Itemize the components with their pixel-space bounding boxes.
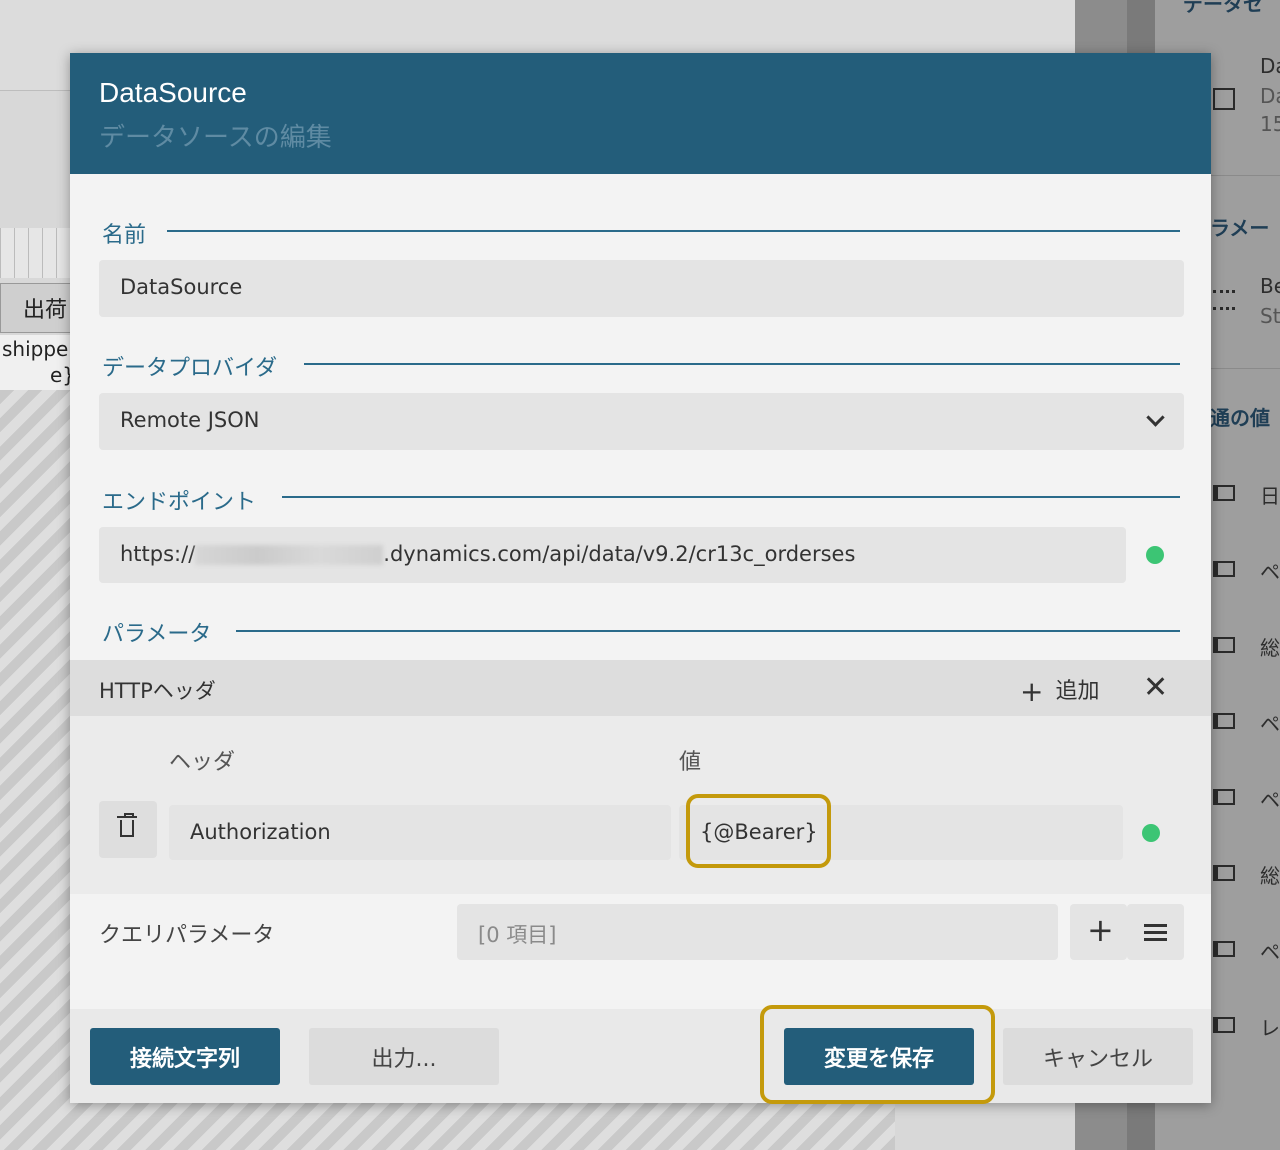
- value-column-label: 値: [679, 750, 702, 775]
- common-value-icon: [1213, 561, 1235, 577]
- http-headers-label: HTTPヘッダ: [99, 679, 216, 703]
- common-value-icon: [1213, 1017, 1235, 1033]
- parameters-label: パラメータ: [102, 622, 212, 647]
- provider-label: データプロバイダ: [102, 356, 278, 381]
- connection-string-button[interactable]: 接続文字列: [90, 1028, 280, 1085]
- plus-icon: +: [1020, 675, 1044, 708]
- name-input-value: DataSource: [120, 275, 243, 299]
- export-button[interactable]: 出力...: [309, 1028, 499, 1085]
- query-params-value: [0 項目]: [478, 923, 557, 947]
- common-value-icon: [1213, 485, 1235, 501]
- common-value-item[interactable]: 日: [1260, 480, 1280, 509]
- name-input[interactable]: DataSource: [99, 260, 1184, 317]
- delete-header-button[interactable]: [99, 801, 157, 858]
- panel-section-parameters: ラメー: [1210, 216, 1270, 240]
- add-header-label: 追加: [1055, 679, 1100, 704]
- common-value-item[interactable]: レ: [1260, 1012, 1280, 1041]
- table-header-text: 出荷: [23, 298, 68, 323]
- endpoint-suffix: .dynamics.com/api/data/v9.2/cr13c_orders…: [383, 542, 856, 566]
- datasource-item-line1[interactable]: Da: [1260, 54, 1280, 78]
- query-params-label: クエリパラメータ: [99, 923, 275, 948]
- common-value-item[interactable]: ペ: [1260, 708, 1280, 737]
- edit-datasource-dialog: DataSource データソースの編集 名前 DataSource データプロ…: [70, 53, 1211, 1103]
- http-headers-table: ヘッダ 値 Authorization {@Bearer}: [70, 716, 1211, 894]
- provider-select-value: Remote JSON: [120, 408, 260, 432]
- dialog-title: DataSource: [99, 77, 247, 108]
- common-value-item[interactable]: ペ: [1260, 556, 1280, 585]
- header-name-value: Authorization: [190, 820, 331, 844]
- endpoint-input[interactable]: https:// .dynamics.com/api/data/v9.2/cr13…: [99, 527, 1126, 583]
- common-value-icon: [1213, 713, 1235, 729]
- add-header-button[interactable]: + 追加: [1020, 673, 1099, 708]
- endpoint-label: エンドポイント: [102, 490, 257, 515]
- common-value-item[interactable]: ペ: [1260, 936, 1280, 965]
- parameter-item-line2: St: [1260, 304, 1280, 328]
- common-value-item[interactable]: 総: [1260, 632, 1280, 661]
- table-header-cell: 出荷: [0, 283, 80, 333]
- common-value-icon: [1213, 941, 1235, 957]
- table-field-cell: shippe e}: [0, 335, 80, 391]
- http-headers-bar: HTTPヘッダ + 追加 ✕: [70, 660, 1211, 716]
- add-query-param-button[interactable]: +: [1070, 904, 1127, 960]
- header-column-label: ヘッダ: [169, 750, 236, 775]
- parameter-icon: [1213, 290, 1235, 310]
- endpoint-prefix: https://: [120, 542, 196, 566]
- panel-section-common-values: 通の値: [1210, 406, 1270, 430]
- endpoint-status-dot: [1146, 546, 1164, 564]
- name-label: 名前: [102, 223, 147, 248]
- endpoint-input-value: https:// .dynamics.com/api/data/v9.2/cr13…: [120, 542, 855, 566]
- dialog-subtitle: データソースの編集: [99, 123, 332, 153]
- field-text-line1: shippe: [2, 337, 69, 361]
- highlight-bearer-value: [686, 794, 831, 868]
- common-value-item[interactable]: ペ: [1260, 784, 1280, 813]
- common-value-icon: [1213, 789, 1235, 805]
- parameters-divider: [236, 630, 1180, 632]
- close-icon[interactable]: ✕: [1143, 670, 1168, 705]
- parameter-item-line1[interactable]: Be: [1260, 274, 1280, 298]
- dialog-footer: 接続文字列 出力... 変更を保存 キャンセル: [70, 1009, 1211, 1103]
- common-value-icon: [1213, 637, 1235, 653]
- endpoint-divider: [282, 496, 1180, 498]
- panel-section-datasource: データセ: [1183, 0, 1263, 16]
- datasource-icon: [1213, 88, 1235, 110]
- datasource-item-line2: Da: [1260, 84, 1280, 108]
- provider-divider: [304, 363, 1180, 365]
- header-name-input[interactable]: Authorization: [169, 805, 671, 860]
- redacted-host: [195, 545, 384, 565]
- menu-icon: [1144, 924, 1167, 927]
- common-value-icon: [1213, 865, 1235, 881]
- name-divider: [167, 230, 1180, 232]
- cancel-button[interactable]: キャンセル: [1003, 1028, 1193, 1085]
- trash-icon-lid: [117, 816, 137, 818]
- datasource-item-line3: 15: [1260, 112, 1280, 136]
- trash-icon-can: [120, 820, 134, 837]
- highlight-save-button: [760, 1005, 995, 1104]
- header-status-dot: [1142, 824, 1160, 842]
- plus-icon: +: [1087, 911, 1114, 949]
- table-grid-row: [0, 228, 80, 278]
- query-param-menu-button[interactable]: [1127, 904, 1184, 960]
- chevron-down-icon: [1146, 408, 1165, 427]
- dialog-header: DataSource データソースの編集: [70, 53, 1211, 174]
- provider-select[interactable]: Remote JSON: [99, 393, 1184, 450]
- query-params-field[interactable]: [0 項目]: [457, 904, 1058, 960]
- common-value-item[interactable]: 総: [1260, 860, 1280, 889]
